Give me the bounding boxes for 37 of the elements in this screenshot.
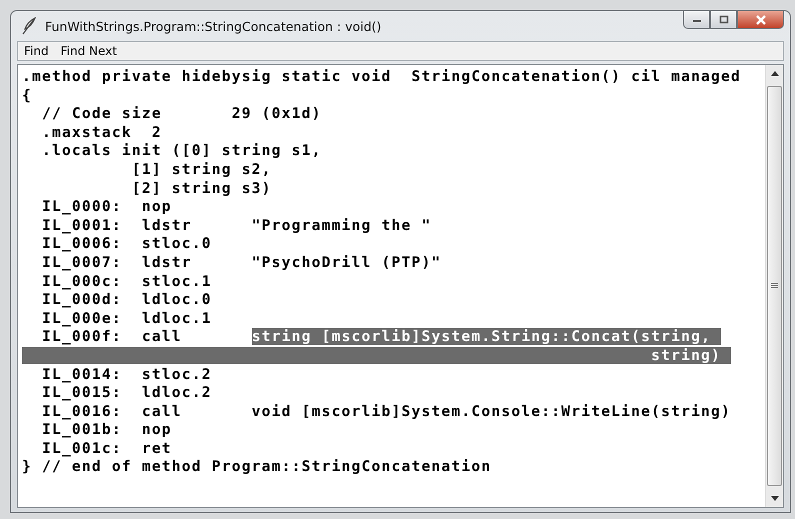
scrollbar-thumb[interactable] bbox=[767, 86, 782, 486]
up-arrow-icon[interactable] bbox=[770, 71, 778, 76]
code-line: IL_0016: call void [mscorlib]System.Console::WriteLine(string) bbox=[40, 402, 732, 420]
selected-code: string) bbox=[22, 346, 732, 364]
code-line: .locals init ([0] string s1, bbox=[40, 142, 322, 160]
menu-item[interactable]: Find Next bbox=[60, 44, 117, 58]
down-arrow-icon[interactable] bbox=[770, 496, 778, 501]
feather-icon bbox=[21, 17, 37, 35]
code-line: IL_001c: ret bbox=[40, 440, 172, 457]
code-line: IL_000d: ldloc.0 bbox=[40, 291, 212, 308]
selected-code: string [mscorlib]System.String::Concat(string, bbox=[252, 328, 722, 346]
scrollbar[interactable] bbox=[765, 65, 783, 507]
grip-icon bbox=[771, 283, 778, 289]
code-line: IL_0006: stloc.0 bbox=[40, 235, 212, 252]
code-line: IL_0015: ldloc.2 bbox=[40, 384, 212, 402]
code-line: // Code size 29 (0x1d) bbox=[40, 105, 322, 122]
code-line: IL_000e: ldloc.1 bbox=[40, 310, 212, 327]
code-line: IL_0014: stloc.2 bbox=[40, 366, 212, 382]
code-line: .method private hidebysig static void StringConcatenation() cil managed bbox=[22, 68, 742, 85]
code-line: } // end of method Program::StringConcatenation bbox=[22, 458, 492, 476]
code-line: IL_0000: nop bbox=[40, 198, 172, 216]
code-line: IL_0001: ldstr "Programming the " bbox=[40, 216, 432, 234]
code-line: [2] string s3) bbox=[130, 180, 272, 197]
close-button[interactable] bbox=[737, 10, 784, 29]
close-icon bbox=[754, 14, 768, 24]
window-title: FunWithStrings.Program::StringConcatenation : void() bbox=[45, 18, 382, 34]
maximize-button[interactable] bbox=[710, 10, 737, 29]
code-line: IL_001b: nop bbox=[40, 421, 172, 438]
menu-item[interactable]: Find bbox=[24, 44, 49, 58]
code-line: .maxstack 2 bbox=[40, 124, 162, 141]
code-line: [1] string s2, bbox=[130, 160, 272, 178]
maximize-icon bbox=[718, 14, 730, 24]
code-line: { bbox=[22, 86, 32, 104]
minimize-button[interactable] bbox=[683, 10, 710, 29]
code-line: IL_000c: stloc.1 bbox=[40, 272, 212, 290]
code-line: IL_0007: ldstr "PsychoDrill (PTP)" bbox=[40, 254, 442, 271]
code-line: IL_000f: call bbox=[40, 328, 183, 346]
